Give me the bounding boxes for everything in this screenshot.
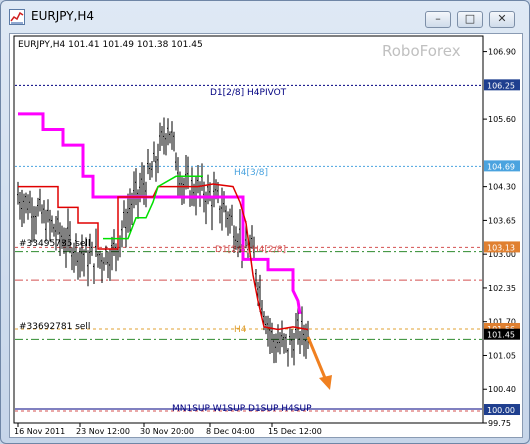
watermark: RoboForex xyxy=(382,42,461,60)
support-label: MN1SUP W1SUP D1SUP H4SUP xyxy=(172,404,312,414)
time-axis: 16 Nov 2011 23 Nov 12:00 30 Nov 20:00 8 Dec… xyxy=(14,423,322,436)
maximize-button[interactable]: □ xyxy=(457,11,483,28)
y-tick-label: 101.05 xyxy=(488,351,516,360)
pivot-label: D1[2/8] H4PIVOT xyxy=(210,88,287,98)
chart-window: EURJPY,H4 – □ ✕ EURJPY,H4 101.41 101.49 … xyxy=(0,0,530,444)
d1-28-label: D1[2/8] H4[2/8] xyxy=(215,245,286,255)
x-tick-label: 23 Nov 12:00 xyxy=(76,427,130,436)
price-tag-label: 104.69 xyxy=(487,162,515,171)
x-tick-label: 16 Nov 2011 xyxy=(14,427,65,436)
price-tags: 106.25104.69103.13101.56101.45100.00 xyxy=(484,79,520,416)
price-chart[interactable]: EURJPY,H4 101.41 101.49 101.38 101.45 Ro… xyxy=(10,34,522,437)
h4-38-label: H4[3/8] xyxy=(234,168,268,178)
y-tick-label: 100.40 xyxy=(488,385,516,394)
y-tick-label: 102.35 xyxy=(488,284,516,293)
window-title: EURJPY,H4 xyxy=(31,9,95,23)
red-indicator xyxy=(18,183,309,331)
minimize-button[interactable]: – xyxy=(425,11,451,28)
y-tick-label: 105.60 xyxy=(488,115,516,124)
h4-label: H4 xyxy=(234,325,247,335)
chart-icon xyxy=(9,9,25,25)
close-button[interactable]: ✕ xyxy=(489,11,515,28)
sell-order-1-label: #33495785 sell xyxy=(19,239,90,249)
chart-area[interactable]: EURJPY,H4 101.41 101.49 101.38 101.45 Ro… xyxy=(9,33,523,438)
x-tick-label: 8 Dec 04:00 xyxy=(206,427,255,436)
x-tick-label: 30 Nov 20:00 xyxy=(140,427,194,436)
chart-header: EURJPY,H4 101.41 101.49 101.38 101.45 xyxy=(18,40,203,50)
y-tick-label: 99.75 xyxy=(488,419,511,428)
price-axis: 106.90105.60104.30103.65103.00102.35101.… xyxy=(483,48,516,428)
price-tag-label: 103.13 xyxy=(487,243,515,252)
y-tick-label: 106.90 xyxy=(488,48,516,57)
price-tag-label: 100.00 xyxy=(487,406,515,415)
x-tick-label: 15 Dec 12:00 xyxy=(268,427,322,436)
price-tag-label: 106.25 xyxy=(487,81,515,90)
title-bar[interactable]: EURJPY,H4 – □ ✕ xyxy=(1,1,529,31)
down-arrow xyxy=(306,336,332,390)
sell-order-2-label: #33692781 sell xyxy=(19,322,90,332)
y-tick-label: 104.30 xyxy=(488,183,516,192)
chart-labels: EURJPY,H4 101.41 101.49 101.38 101.45 Ro… xyxy=(18,40,461,414)
price-tag-label: 101.45 xyxy=(487,331,515,340)
y-tick-label: 103.65 xyxy=(488,216,516,225)
indicator-lines xyxy=(18,112,309,331)
